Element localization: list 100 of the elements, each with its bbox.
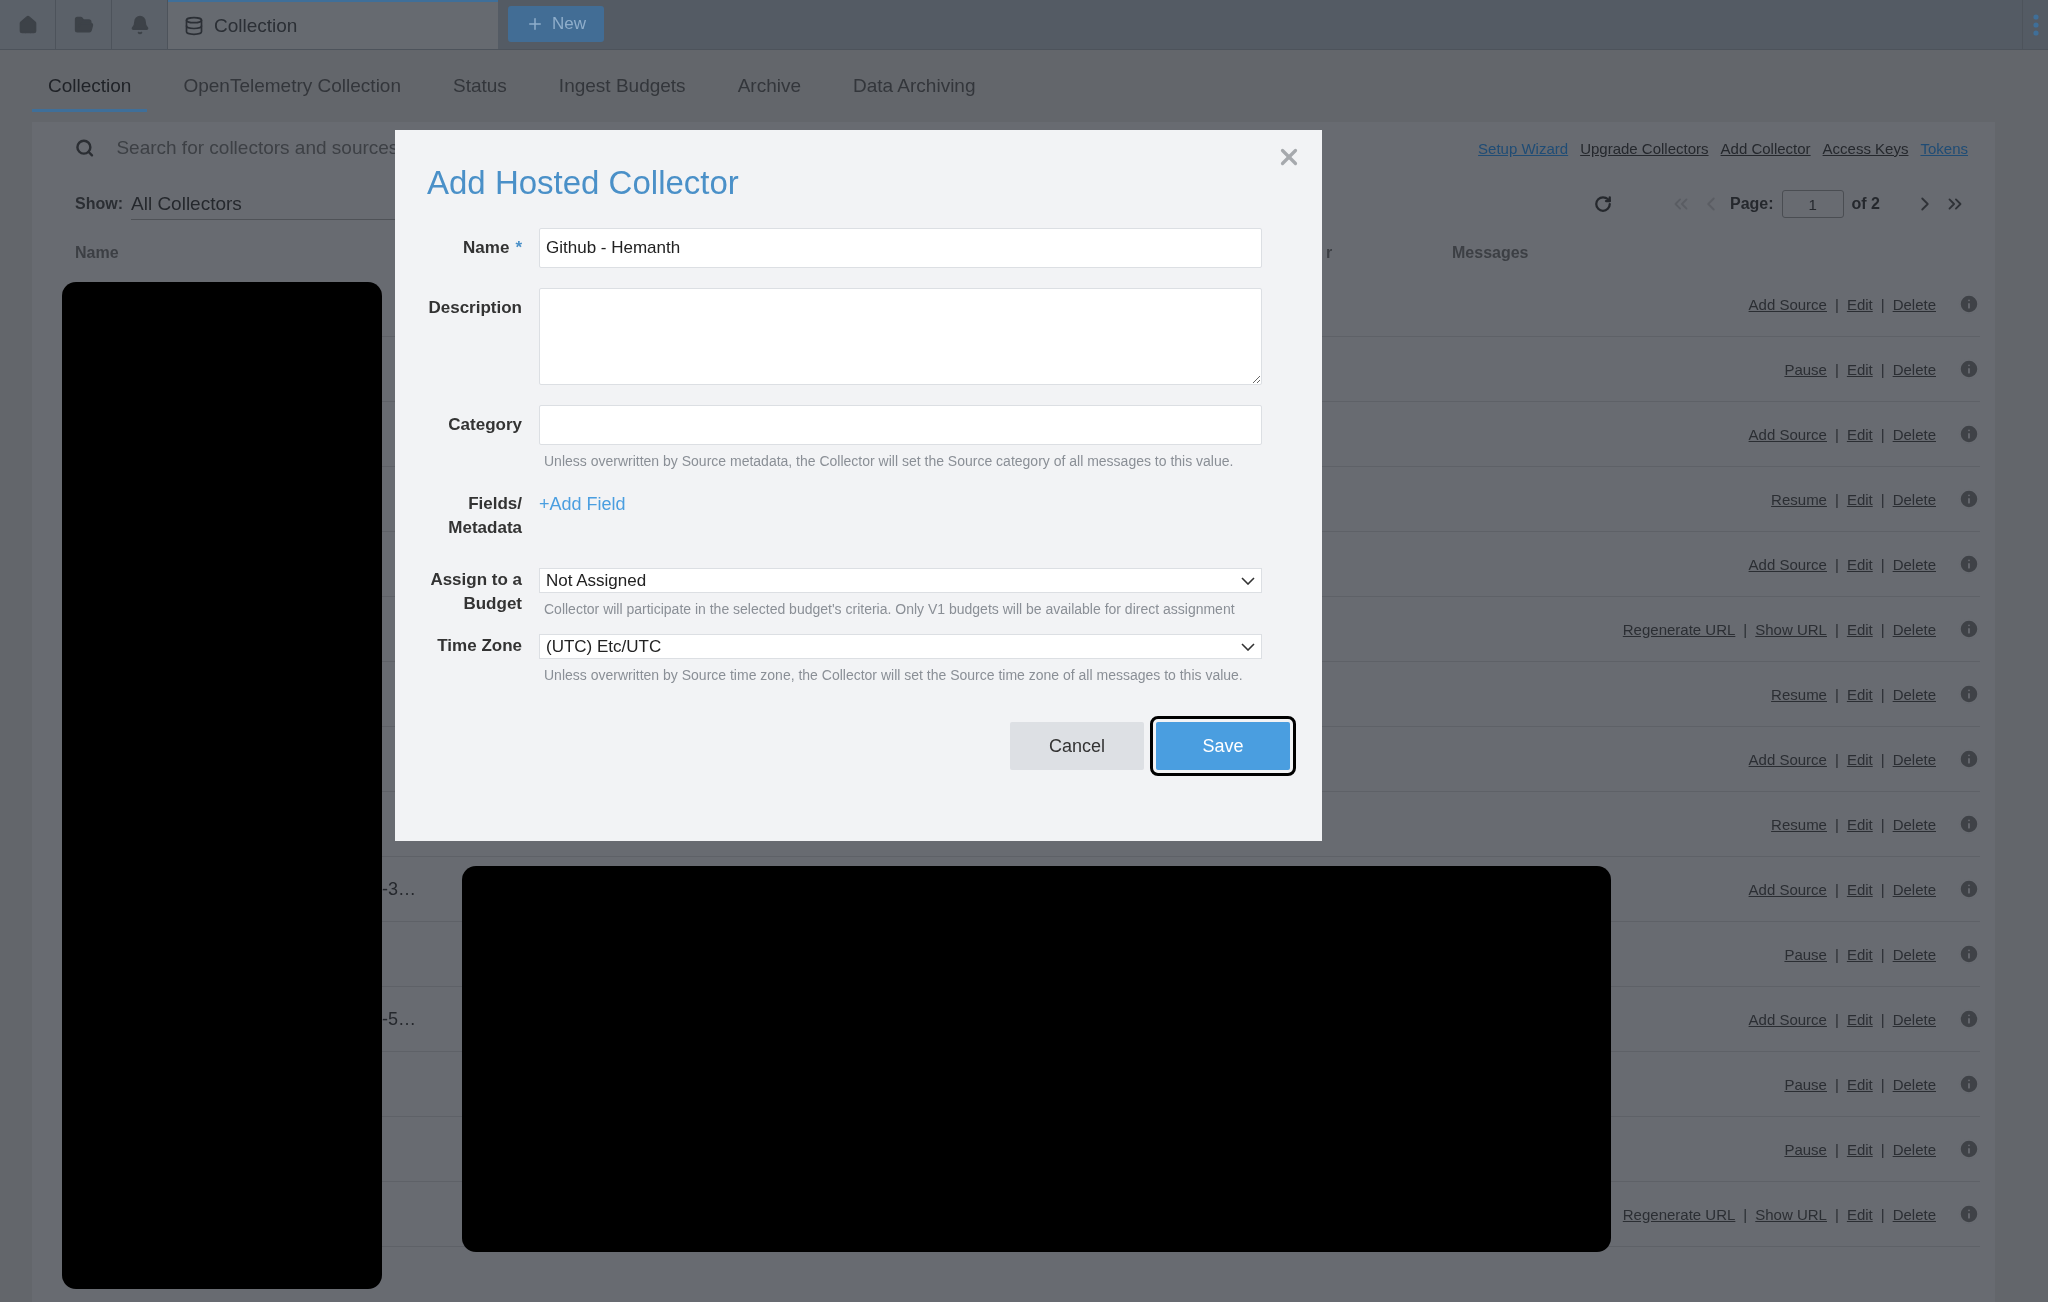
text-field[interactable]: Github - Hemanth: [539, 228, 1262, 268]
action-link[interactable]: Delete: [1892, 425, 1936, 443]
collection-tab[interactable]: Collection: [168, 0, 498, 49]
action-link[interactable]: Edit: [1846, 1205, 1873, 1223]
toolbar-link[interactable]: Add Collector: [1720, 139, 1811, 157]
text-area[interactable]: [539, 288, 1262, 385]
action-link[interactable]: Edit: [1846, 360, 1873, 378]
info-icon[interactable]: [1958, 748, 1980, 770]
text-field[interactable]: [539, 405, 1262, 445]
action-link[interactable]: Add Source: [1748, 555, 1827, 573]
action-link[interactable]: Edit: [1846, 555, 1873, 573]
database-icon: [184, 15, 204, 36]
action-link[interactable]: Delete: [1892, 1010, 1936, 1028]
action-link[interactable]: Show URL: [1755, 1205, 1827, 1223]
action-link[interactable]: Delete: [1892, 750, 1936, 768]
action-link[interactable]: Edit: [1846, 685, 1873, 703]
action-link[interactable]: Delete: [1892, 815, 1936, 833]
toolbar-link[interactable]: Upgrade Collectors: [1580, 139, 1709, 157]
toolbar-link[interactable]: Access Keys: [1822, 139, 1909, 157]
action-link[interactable]: Resume: [1771, 490, 1827, 508]
info-icon[interactable]: [1958, 943, 1980, 965]
action-link[interactable]: Edit: [1846, 1140, 1873, 1158]
action-link[interactable]: Edit: [1846, 425, 1873, 443]
add-field-link[interactable]: +Add Field: [539, 494, 626, 514]
action-link[interactable]: Resume: [1771, 685, 1827, 703]
action-link[interactable]: Edit: [1846, 1010, 1873, 1028]
info-icon[interactable]: [1958, 1203, 1980, 1225]
action-link[interactable]: Delete: [1892, 880, 1936, 898]
action-link[interactable]: Delete: [1892, 490, 1936, 508]
action-link[interactable]: Delete: [1892, 945, 1936, 963]
info-icon[interactable]: [1958, 358, 1980, 380]
info-icon[interactable]: [1958, 683, 1980, 705]
nav-icon-tab[interactable]: [0, 0, 56, 49]
action-link[interactable]: Regenerate URL: [1622, 1205, 1736, 1223]
action-separator: |: [1834, 945, 1839, 963]
info-icon[interactable]: [1958, 293, 1980, 315]
toolbar-link[interactable]: Tokens: [1920, 139, 1968, 157]
nav-tab[interactable]: Collection: [32, 75, 148, 112]
info-icon[interactable]: [1958, 553, 1980, 575]
info-icon[interactable]: [1958, 878, 1980, 900]
action-link[interactable]: Pause: [1784, 945, 1827, 963]
action-link[interactable]: Add Source: [1748, 1010, 1827, 1028]
action-separator: |: [1880, 620, 1885, 638]
action-link[interactable]: Delete: [1892, 620, 1936, 638]
info-icon[interactable]: [1958, 1138, 1980, 1160]
action-link[interactable]: Edit: [1846, 945, 1873, 963]
action-link[interactable]: Pause: [1784, 1140, 1827, 1158]
action-link[interactable]: Pause: [1784, 1075, 1827, 1093]
nav-icon-tab[interactable]: [112, 0, 168, 49]
field-label: Time Zone: [436, 635, 522, 657]
action-link[interactable]: Edit: [1846, 620, 1873, 638]
action-link[interactable]: Pause: [1784, 360, 1827, 378]
action-separator: |: [1880, 945, 1885, 963]
page-input[interactable]: 1: [1781, 190, 1844, 218]
info-icon[interactable]: [1958, 1008, 1980, 1030]
refresh-icon[interactable]: [1593, 195, 1612, 213]
info-icon[interactable]: [1958, 618, 1980, 640]
info-icon[interactable]: [1958, 813, 1980, 835]
action-link[interactable]: Add Source: [1748, 880, 1827, 898]
action-link[interactable]: Delete: [1892, 360, 1936, 378]
action-separator: |: [1834, 425, 1839, 443]
action-link[interactable]: Delete: [1892, 295, 1936, 313]
action-separator: |: [1880, 750, 1885, 768]
save-button[interactable]: Save: [1150, 716, 1296, 776]
action-link[interactable]: Edit: [1846, 1075, 1873, 1093]
action-link[interactable]: Delete: [1892, 1140, 1936, 1158]
action-separator: |: [1834, 1010, 1839, 1028]
action-separator: |: [1880, 1140, 1885, 1158]
action-link[interactable]: Show URL: [1755, 620, 1827, 638]
new-button[interactable]: New: [508, 6, 604, 42]
action-link[interactable]: Delete: [1892, 685, 1936, 703]
info-icon[interactable]: [1958, 488, 1980, 510]
action-separator: |: [1880, 1205, 1885, 1223]
action-link[interactable]: Add Source: [1748, 750, 1827, 768]
select-field[interactable]: Not Assigned: [539, 568, 1262, 593]
action-link[interactable]: Edit: [1846, 490, 1873, 508]
action-link[interactable]: Add Source: [1748, 425, 1827, 443]
action-link[interactable]: Edit: [1846, 815, 1873, 833]
action-link[interactable]: Delete: [1892, 1205, 1936, 1223]
action-link[interactable]: Edit: [1846, 880, 1873, 898]
action-separator: |: [1880, 360, 1885, 378]
action-link[interactable]: Regenerate URL: [1622, 620, 1736, 638]
home-icon: [17, 14, 38, 35]
search-icon: [75, 138, 95, 158]
nav-icon-tab[interactable]: [56, 0, 112, 49]
action-separator: |: [1880, 295, 1885, 313]
field-label: Description: [427, 297, 522, 319]
action-separator: |: [1834, 620, 1839, 638]
action-separator: |: [1834, 490, 1839, 508]
info-icon[interactable]: [1958, 423, 1980, 445]
action-link[interactable]: Delete: [1892, 555, 1936, 573]
action-link[interactable]: Edit: [1846, 750, 1873, 768]
action-link[interactable]: Add Source: [1748, 295, 1827, 313]
info-icon[interactable]: [1958, 1073, 1980, 1095]
select-field[interactable]: (UTC) Etc/UTC: [539, 634, 1262, 659]
action-link[interactable]: Resume: [1771, 815, 1827, 833]
action-link[interactable]: Delete: [1892, 1075, 1936, 1093]
action-link[interactable]: Edit: [1846, 295, 1873, 313]
show-label: Show:: [75, 195, 123, 213]
toolbar-link[interactable]: Setup Wizard: [1478, 139, 1569, 157]
